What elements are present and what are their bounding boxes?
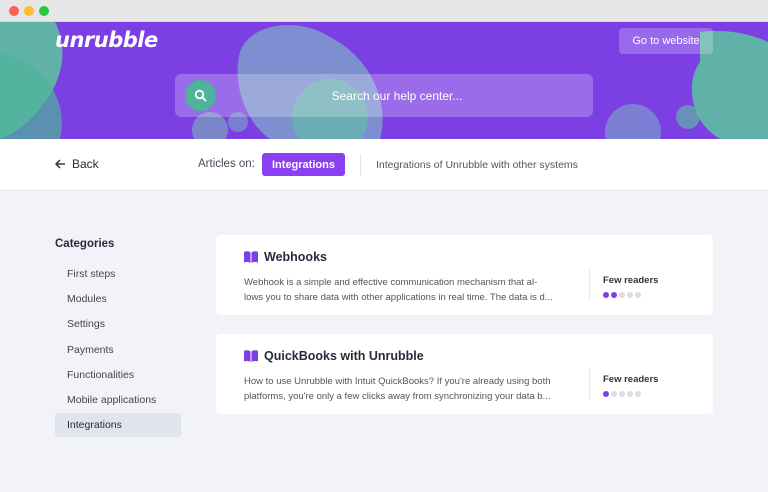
reader-dot [603, 391, 609, 397]
go-to-website-button[interactable]: Go to website [619, 28, 713, 54]
divider [589, 269, 590, 301]
sidebar-item-settings[interactable]: Settings [55, 312, 181, 336]
book-icon [244, 350, 258, 362]
excerpt-line: lows you to share data with other applic… [244, 292, 553, 303]
excerpt-line: How to use Unrubble with Intuit QuickBoo… [244, 376, 551, 387]
excerpt-line: platforms, you're only a few clicks away… [244, 391, 551, 402]
article-excerpt: How to use Unrubble with Intuit QuickBoo… [244, 374, 574, 404]
hero-header: unrubble Go to website Search our help c… [0, 22, 768, 139]
close-window-button[interactable] [9, 6, 19, 16]
sidebar-item-integrations[interactable]: Integrations [55, 413, 181, 437]
sidebar-item-functionalities[interactable]: Functionalities [55, 363, 181, 387]
reader-dot [611, 292, 617, 298]
back-button[interactable]: Back [55, 157, 99, 171]
reader-dot [627, 292, 633, 298]
reader-dot [635, 391, 641, 397]
divider [360, 154, 361, 176]
article-card-quickbooks[interactable]: QuickBooks with Unrubble How to use Unru… [216, 334, 713, 414]
readers-label: Few readers [603, 374, 659, 385]
reader-dot [619, 292, 625, 298]
readers-label: Few readers [603, 275, 659, 286]
search-input[interactable]: Search our help center... [175, 89, 593, 103]
reader-dot [619, 391, 625, 397]
articles-on-label: Articles on: [198, 158, 255, 170]
reader-dot [627, 391, 633, 397]
window-titlebar [0, 0, 768, 22]
minimize-window-button[interactable] [24, 6, 34, 16]
categories-heading: Categories [55, 238, 115, 250]
back-label: Back [72, 157, 99, 171]
sidebar-item-mobile-applications[interactable]: Mobile applications [55, 388, 181, 412]
excerpt-line: Webhook is a simple and effective commun… [244, 277, 538, 288]
sidebar-item-modules[interactable]: Modules [55, 287, 181, 311]
reader-dot [635, 292, 641, 298]
tag-description: Integrations of Unrubble with other syst… [376, 159, 578, 171]
unrubble-logo[interactable]: unrubble [55, 28, 158, 52]
readers-indicator [603, 391, 641, 397]
reader-dot [611, 391, 617, 397]
article-excerpt: Webhook is a simple and effective commun… [244, 275, 574, 305]
divider [589, 368, 590, 400]
article-title[interactable]: QuickBooks with Unrubble [264, 349, 424, 363]
reader-dot [603, 292, 609, 298]
sidebar-item-payments[interactable]: Payments [55, 338, 181, 362]
sidebar-item-first-steps[interactable]: First steps [55, 262, 181, 286]
arrow-left-icon [55, 159, 65, 169]
article-filter-bar: Back Articles on: Integrations Integrati… [0, 139, 768, 191]
readers-indicator [603, 292, 641, 298]
integrations-tag[interactable]: Integrations [262, 153, 345, 176]
search-bar[interactable]: Search our help center... [175, 74, 593, 117]
article-title[interactable]: Webhooks [264, 250, 327, 264]
article-card-webhooks[interactable]: Webhooks Webhook is a simple and effecti… [216, 235, 713, 315]
book-icon [244, 251, 258, 263]
maximize-window-button[interactable] [39, 6, 49, 16]
